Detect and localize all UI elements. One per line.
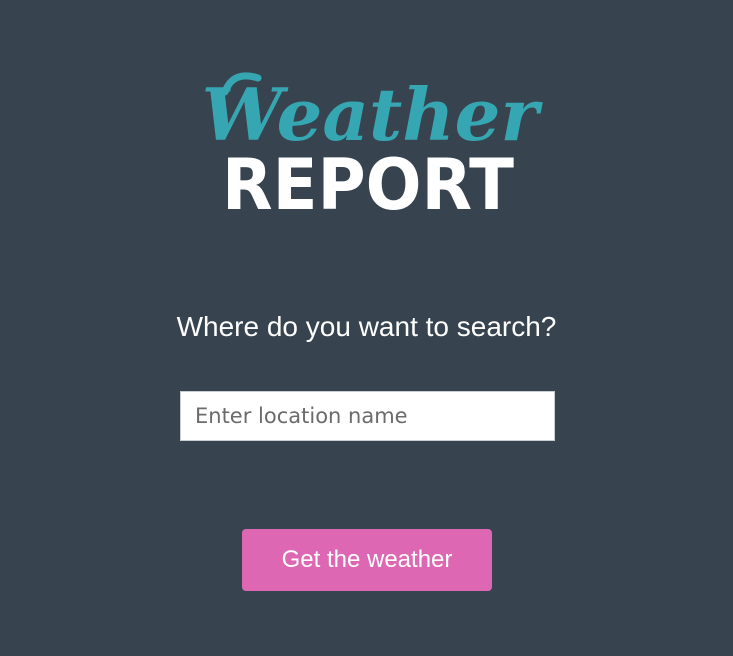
search-prompt: Where do you want to search?	[176, 311, 557, 342]
location-search-input[interactable]	[180, 391, 555, 441]
get-weather-button[interactable]: Get the weather	[242, 529, 492, 591]
logo-graphic: Weather REPORT	[202, 72, 544, 226]
logo-block-word: REPORT	[222, 144, 514, 226]
weather-report-logo: Weather REPORT	[0, 0, 733, 230]
